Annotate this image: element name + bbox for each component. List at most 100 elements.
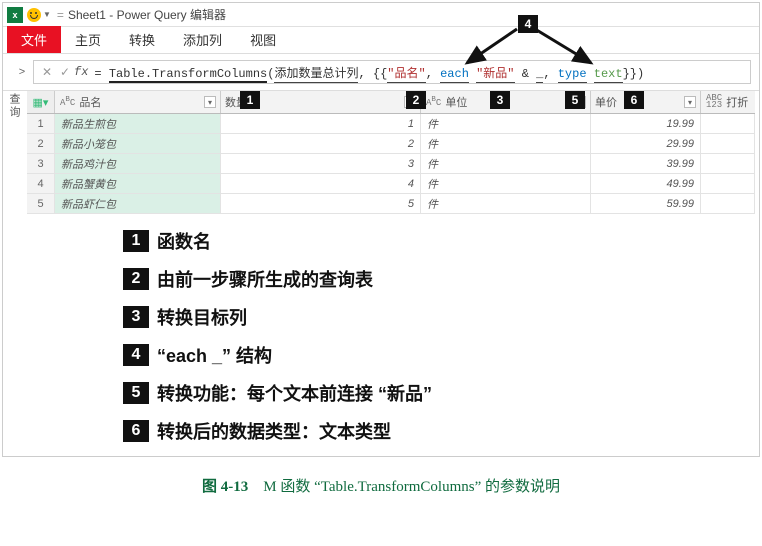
qat-separator: = [57, 8, 64, 22]
smiley-icon[interactable] [27, 8, 41, 22]
legend-badge: 6 [123, 420, 149, 442]
legend-badge: 2 [123, 268, 149, 290]
legend-badge: 4 [123, 344, 149, 366]
row-number: 3 [27, 154, 55, 173]
table-row[interactable]: 5新品虾仁包5件59.99 [27, 194, 755, 214]
legend-text: 转换后的数据类型：文本类型 [157, 418, 391, 444]
legend-item: 1 函数名 [123, 228, 759, 254]
ribbon-tabs: 文件 主页 转换 添加列 视图 [3, 27, 759, 53]
callout-badge-2: 2 [406, 91, 426, 109]
cell-price[interactable]: 49.99 [591, 174, 701, 193]
cell-price[interactable]: 59.99 [591, 194, 701, 213]
formula-arg-table: 添加数量总计列 [274, 67, 358, 83]
filter-dropdown-icon[interactable]: ▾ [684, 96, 696, 108]
cell-name[interactable]: 新品鸡汁包 [55, 154, 221, 173]
table-row[interactable]: 3新品鸡汁包3件39.99 [27, 154, 755, 174]
cell-discount[interactable] [701, 154, 755, 173]
figure-caption: 图 4-13 M 函数 “Table.TransformColumns” 的参数… [0, 475, 762, 496]
expand-queries-button[interactable]: > [11, 66, 33, 78]
legend-item: 4 “each _” 结构 [123, 342, 759, 368]
tab-home[interactable]: 主页 [61, 26, 115, 53]
table-row[interactable]: 4新品蟹黄包4件49.99 [27, 174, 755, 194]
cell-name[interactable]: 新品蟹黄包 [55, 174, 221, 193]
legend-text: 转换功能：每个文本前连接 “新品” [157, 380, 432, 406]
legend-item: 5 转换功能：每个文本前连接 “新品” [123, 380, 759, 406]
cancel-formula-icon[interactable]: ✕ [38, 65, 56, 80]
legend-item: 6 转换后的数据类型：文本类型 [123, 418, 759, 444]
row-number: 4 [27, 174, 55, 193]
tab-view[interactable]: 视图 [236, 26, 290, 53]
column-header-price[interactable]: 单价 ▾ [591, 91, 701, 113]
table-icon-cell[interactable]: ▦▾ [27, 91, 55, 113]
cell-unit[interactable]: 件 [421, 114, 591, 133]
excel-icon: x [7, 7, 23, 23]
table-row[interactable]: 1新品生煎包1件19.99 [27, 114, 755, 134]
formula-bar-row: > ✕ ✓ fx = Table.TransformColumns(添加数量总计… [3, 53, 759, 91]
qat-dropdown-icon[interactable]: ▼ [43, 10, 51, 19]
queries-pane-label[interactable]: 查询 [4, 83, 22, 119]
row-number: 5 [27, 194, 55, 213]
column-header-name[interactable]: ABC 品名 ▾ [55, 91, 221, 113]
cell-qty[interactable]: 5 [221, 194, 421, 213]
cell-unit[interactable]: 件 [421, 174, 591, 193]
cell-discount[interactable] [701, 194, 755, 213]
legend-badge: 1 [123, 230, 149, 252]
formula-text[interactable]: = Table.TransformColumns(添加数量总计列, {{"品名"… [94, 64, 644, 81]
power-query-window: x ▼ = Sheet1 - Power Query 编辑器 文件 主页 转换 … [2, 2, 760, 457]
cell-discount[interactable] [701, 114, 755, 133]
tab-file[interactable]: 文件 [7, 26, 61, 53]
row-number: 2 [27, 134, 55, 153]
cell-price[interactable]: 29.99 [591, 134, 701, 153]
legend-badge: 5 [123, 382, 149, 404]
tab-transform[interactable]: 转换 [115, 26, 169, 53]
window-title: Sheet1 - Power Query 编辑器 [68, 6, 226, 23]
cell-qty[interactable]: 2 [221, 134, 421, 153]
cell-name[interactable]: 新品小笼包 [55, 134, 221, 153]
cell-price[interactable]: 19.99 [591, 114, 701, 133]
legend-text: 由前一步骤所生成的查询表 [157, 266, 373, 292]
fx-icon[interactable]: fx [74, 65, 88, 79]
column-header-discount[interactable]: ABC123 打折 [701, 91, 755, 113]
cell-price[interactable]: 39.99 [591, 154, 701, 173]
cell-discount[interactable] [701, 174, 755, 193]
cell-discount[interactable] [701, 134, 755, 153]
tab-addcolumn[interactable]: 添加列 [169, 26, 236, 53]
cell-qty[interactable]: 4 [221, 174, 421, 193]
callout-legend: 1 函数名 2 由前一步骤所生成的查询表 3 转换目标列 4 “each _” 结构 5 转换功能… [123, 228, 759, 444]
accept-formula-icon[interactable]: ✓ [56, 65, 74, 80]
cell-name[interactable]: 新品虾仁包 [55, 194, 221, 213]
legend-text: 转换目标列 [157, 304, 247, 330]
callout-badge-3: 3 [490, 91, 510, 109]
formula-arg-column: "品名" [387, 67, 425, 83]
callout-badge-4: 4 [518, 15, 538, 33]
legend-item: 2 由前一步骤所生成的查询表 [123, 266, 759, 292]
table-row[interactable]: 2新品小笼包2件29.99 [27, 134, 755, 154]
cell-unit[interactable]: 件 [421, 134, 591, 153]
legend-badge: 3 [123, 306, 149, 328]
cell-unit[interactable]: 件 [421, 154, 591, 173]
callout-badge-6: 6 [624, 91, 644, 109]
text-type-icon: ABC [425, 95, 442, 109]
callout-badge-5: 5 [565, 91, 585, 109]
cell-qty[interactable]: 3 [221, 154, 421, 173]
row-number: 1 [27, 114, 55, 133]
data-grid: ▦▾ ABC 品名 ▾ 数量 ▾ ABC 单位 ▾ 单价 ▾ ABC123 [27, 91, 755, 214]
chevron-right-icon: > [19, 66, 25, 78]
legend-text: 函数名 [157, 228, 211, 254]
any-type-icon: ABC123 [705, 94, 723, 110]
formula-fn: Table.TransformColumns [109, 67, 267, 83]
cell-unit[interactable]: 件 [421, 194, 591, 213]
formula-each-kw: each [440, 67, 469, 83]
text-type-icon: ABC [59, 95, 76, 109]
title-bar: x ▼ = Sheet1 - Power Query 编辑器 [3, 3, 759, 27]
cell-qty[interactable]: 1 [221, 114, 421, 133]
legend-text: “each _” 结构 [157, 342, 272, 368]
grid-header: ▦▾ ABC 品名 ▾ 数量 ▾ ABC 单位 ▾ 单价 ▾ ABC123 [27, 91, 755, 114]
table-icon: ▦▾ [33, 96, 49, 109]
cell-name[interactable]: 新品生煎包 [55, 114, 221, 133]
legend-item: 3 转换目标列 [123, 304, 759, 330]
formula-concat-str: "新品" [476, 67, 514, 83]
filter-dropdown-icon[interactable]: ▾ [204, 96, 216, 108]
callout-badge-1: 1 [240, 91, 260, 109]
formula-bar[interactable]: ✕ ✓ fx = Table.TransformColumns(添加数量总计列,… [33, 60, 751, 84]
